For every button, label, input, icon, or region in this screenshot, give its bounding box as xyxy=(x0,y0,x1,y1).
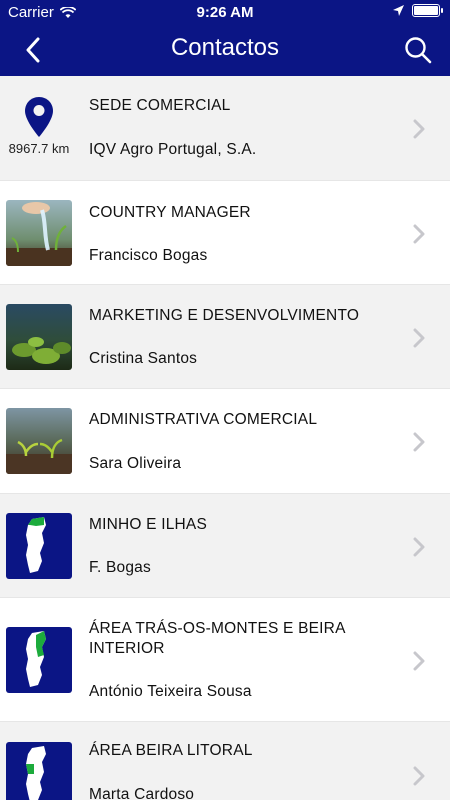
location-pin-icon xyxy=(25,97,53,137)
portugal-map-icon xyxy=(6,742,72,800)
contact-name: Marta Cardoso xyxy=(89,786,195,800)
chevron-right-icon xyxy=(413,651,425,671)
contact-row-sede-comercial[interactable]: 8967.7 km SEDE COMERCIAL IQV Agro Portug… xyxy=(0,76,450,181)
status-time: 9:26 AM xyxy=(196,4,254,21)
contact-name: F. Bogas xyxy=(89,559,151,576)
contact-role: COUNTRY MANAGER xyxy=(89,204,251,221)
contact-row-tras-os-montes[interactable]: ÁREA TRÁS-OS-MONTES E BEIRA INTERIOR Ant… xyxy=(0,598,450,722)
contact-row-country-manager[interactable]: COUNTRY MANAGER Francisco Bogas xyxy=(0,181,450,285)
contact-row-minho-ilhas[interactable]: MINHO E ILHAS F. Bogas xyxy=(0,494,450,598)
contacts-list: 8967.7 km SEDE COMERCIAL IQV Agro Portug… xyxy=(0,76,450,800)
distance-label: 8967.7 km xyxy=(8,141,70,156)
navigation-bar: Contactos xyxy=(0,24,450,76)
chevron-right-icon xyxy=(413,224,425,244)
page-title: Contactos xyxy=(170,34,280,61)
contact-name: Cristina Santos xyxy=(89,350,198,367)
contact-row-marketing[interactable]: MARKETING E DESENVOLVIMENTO Cristina San… xyxy=(0,285,450,389)
status-bar: Carrier 9:26 AM xyxy=(0,0,450,24)
chevron-right-icon xyxy=(413,537,425,557)
battery-icon xyxy=(412,4,443,17)
chevron-right-icon xyxy=(413,432,425,452)
contact-role: ÁREA BEIRA LITORAL xyxy=(89,742,253,759)
contact-row-beira-litoral[interactable]: ÁREA BEIRA LITORAL Marta Cardoso xyxy=(0,722,450,800)
contact-row-administrativa[interactable]: ADMINISTRATIVA COMERCIAL Sara Oliveira xyxy=(0,389,450,494)
chevron-right-icon xyxy=(413,119,425,139)
contact-role: MINHO E ILHAS xyxy=(89,516,208,533)
watering-photo xyxy=(6,200,72,266)
location-arrow-icon xyxy=(393,5,404,16)
contact-role: SEDE COMERCIAL xyxy=(89,97,231,114)
portugal-map-icon xyxy=(6,513,72,579)
app-header: Carrier 9:26 AM Contactos xyxy=(0,0,450,76)
chevron-right-icon xyxy=(413,328,425,348)
contact-name: António Teixeira Sousa xyxy=(89,683,252,700)
plants-photo xyxy=(6,304,72,370)
search-icon xyxy=(405,37,432,64)
portugal-map-icon xyxy=(6,627,72,693)
chevron-right-icon xyxy=(413,766,425,786)
contact-name: Sara Oliveira xyxy=(89,455,182,472)
contact-name: Francisco Bogas xyxy=(89,247,208,264)
contact-role: ÁREA TRÁS-OS-MONTES E BEIRA INTERIOR xyxy=(89,620,345,657)
contact-role: MARKETING E DESENVOLVIMENTO xyxy=(89,307,360,324)
contact-name: IQV Agro Portugal, S.A. xyxy=(89,141,257,158)
search-button[interactable] xyxy=(402,34,434,66)
contact-role: ADMINISTRATIVA COMERCIAL xyxy=(89,411,318,428)
seedlings-photo xyxy=(6,408,72,474)
